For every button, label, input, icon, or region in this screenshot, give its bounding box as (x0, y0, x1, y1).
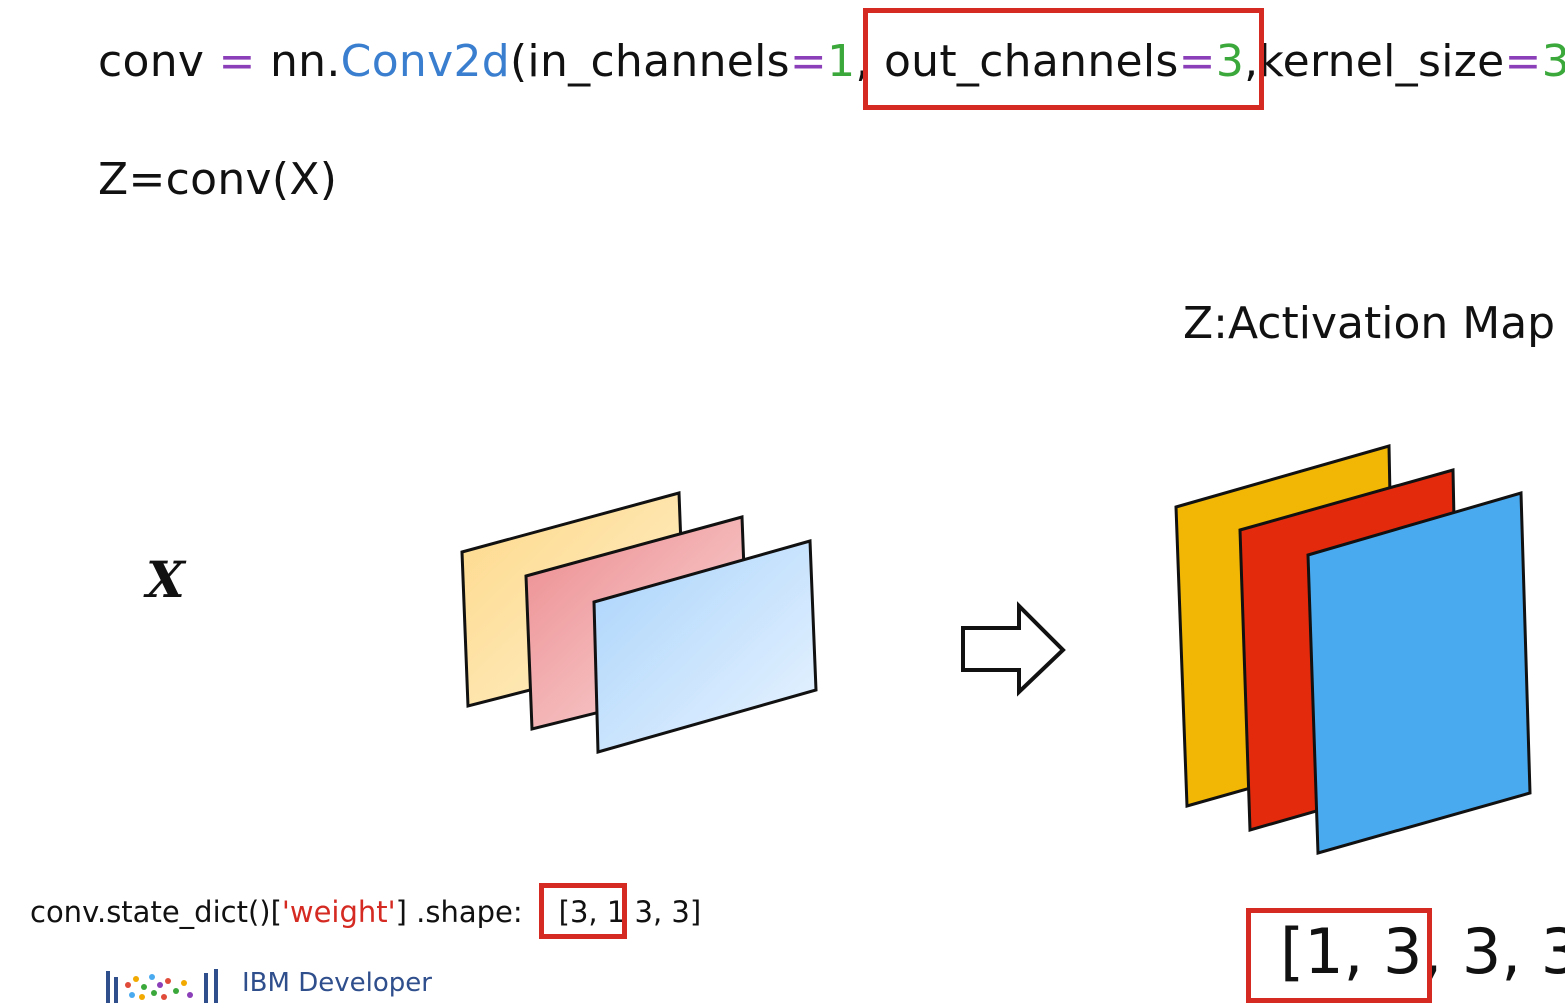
weight-key: 'weight' (281, 895, 396, 929)
ibm-developer-logo-icon (106, 969, 218, 1003)
weight-shape-rest: 3, 3] (625, 895, 702, 929)
weight-suffix: ] .shape: (395, 895, 523, 929)
weight-prefix: conv.state_dict()[ (30, 895, 282, 929)
highlight-output-shape (1246, 908, 1432, 1003)
diagram-canvas (460, 444, 1532, 855)
ibm-developer-wordmark: IBM Developer (242, 968, 432, 998)
output-channel-3 (1306, 491, 1532, 855)
right-arrow-outline-icon (961, 601, 1066, 697)
highlight-weight-shape (539, 883, 627, 939)
output-shape-rest: 3, 3] (1461, 915, 1565, 988)
